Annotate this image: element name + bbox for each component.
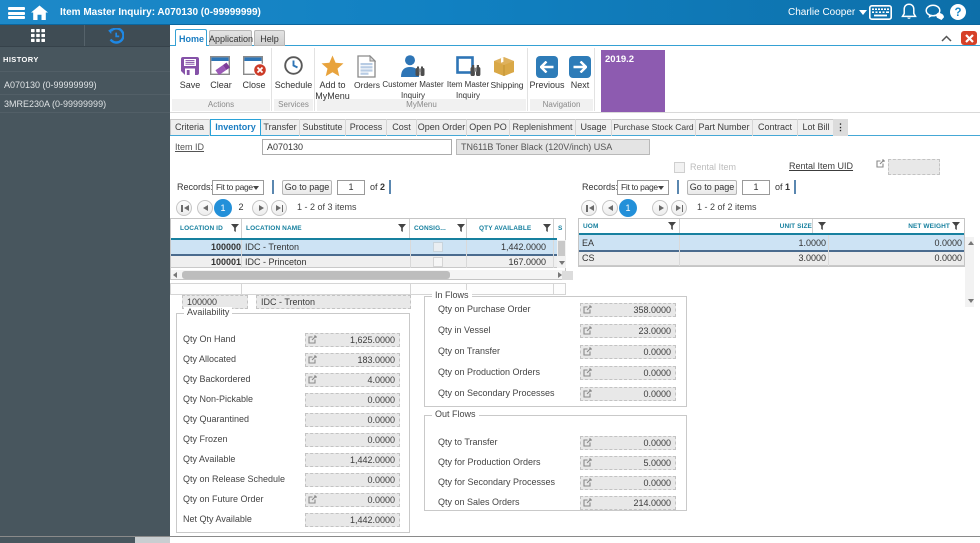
svg-text:?: ? — [954, 7, 961, 19]
